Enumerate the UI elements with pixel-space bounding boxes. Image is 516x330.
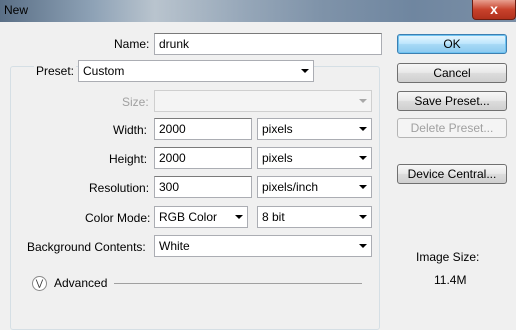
name-field[interactable]: drunk: [154, 33, 382, 55]
bit-depth-value: 8 bit: [262, 210, 285, 224]
chevron-down-icon: [235, 215, 243, 219]
save-preset-button[interactable]: Save Preset...: [397, 91, 507, 111]
chevron-down-icon: [359, 156, 367, 160]
name-label: Name:: [114, 37, 150, 51]
chevron-down-icon: [359, 99, 367, 103]
dialog-body: Name: drunk Preset: Custom Size: Width: …: [0, 22, 516, 330]
close-button[interactable]: x: [472, 0, 516, 20]
advanced-label[interactable]: Advanced: [54, 276, 107, 290]
preset-dropdown[interactable]: Custom: [78, 60, 314, 82]
chevron-down-icon: [301, 69, 309, 73]
chevron-down-icon: [359, 127, 367, 131]
height-label: Height:: [109, 152, 148, 166]
color-mode-value: RGB Color: [159, 210, 218, 224]
title-bar: New x: [0, 0, 516, 22]
resolution-unit-value: pixels/inch: [262, 180, 319, 194]
delete-preset-button[interactable]: Delete Preset...: [397, 118, 507, 138]
bit-depth-dropdown[interactable]: 8 bit: [257, 206, 372, 228]
width-unit-dropdown[interactable]: pixels: [257, 118, 372, 140]
height-input[interactable]: 2000: [154, 147, 252, 169]
background-contents-dropdown[interactable]: White: [154, 235, 372, 257]
resolution-input[interactable]: 300: [154, 176, 252, 198]
size-dropdown[interactable]: [154, 90, 372, 112]
height-unit-dropdown[interactable]: pixels: [257, 147, 372, 169]
chevron-down-icon: [359, 215, 367, 219]
resolution-label: Resolution:: [89, 181, 150, 195]
chevron-down-icon: [359, 185, 367, 189]
cancel-button[interactable]: Cancel: [397, 63, 507, 83]
preset-label: Preset:: [34, 64, 77, 78]
height-unit-value: pixels: [262, 151, 293, 165]
width-input[interactable]: 2000: [154, 118, 252, 140]
advanced-divider: [114, 283, 362, 284]
color-mode-dropdown[interactable]: RGB Color: [154, 206, 248, 228]
device-central-button[interactable]: Device Central...: [397, 164, 507, 184]
image-size-value: 11.4M: [434, 273, 467, 287]
width-label: Width:: [113, 123, 148, 137]
resolution-unit-dropdown[interactable]: pixels/inch: [257, 176, 372, 198]
image-size-label: Image Size:: [416, 250, 480, 264]
chevron-down-icon: [359, 244, 367, 248]
size-label: Size:: [122, 95, 149, 109]
color-mode-label: Color Mode:: [85, 211, 151, 225]
ok-button[interactable]: OK: [397, 34, 507, 54]
preset-value: Custom: [83, 64, 125, 78]
width-unit-value: pixels: [262, 122, 293, 136]
chevron-double-down-icon[interactable]: ⋁: [32, 276, 47, 291]
background-contents-label: Background Contents:: [27, 240, 146, 254]
background-contents-value: White: [159, 239, 190, 253]
window-title: New: [4, 3, 29, 17]
